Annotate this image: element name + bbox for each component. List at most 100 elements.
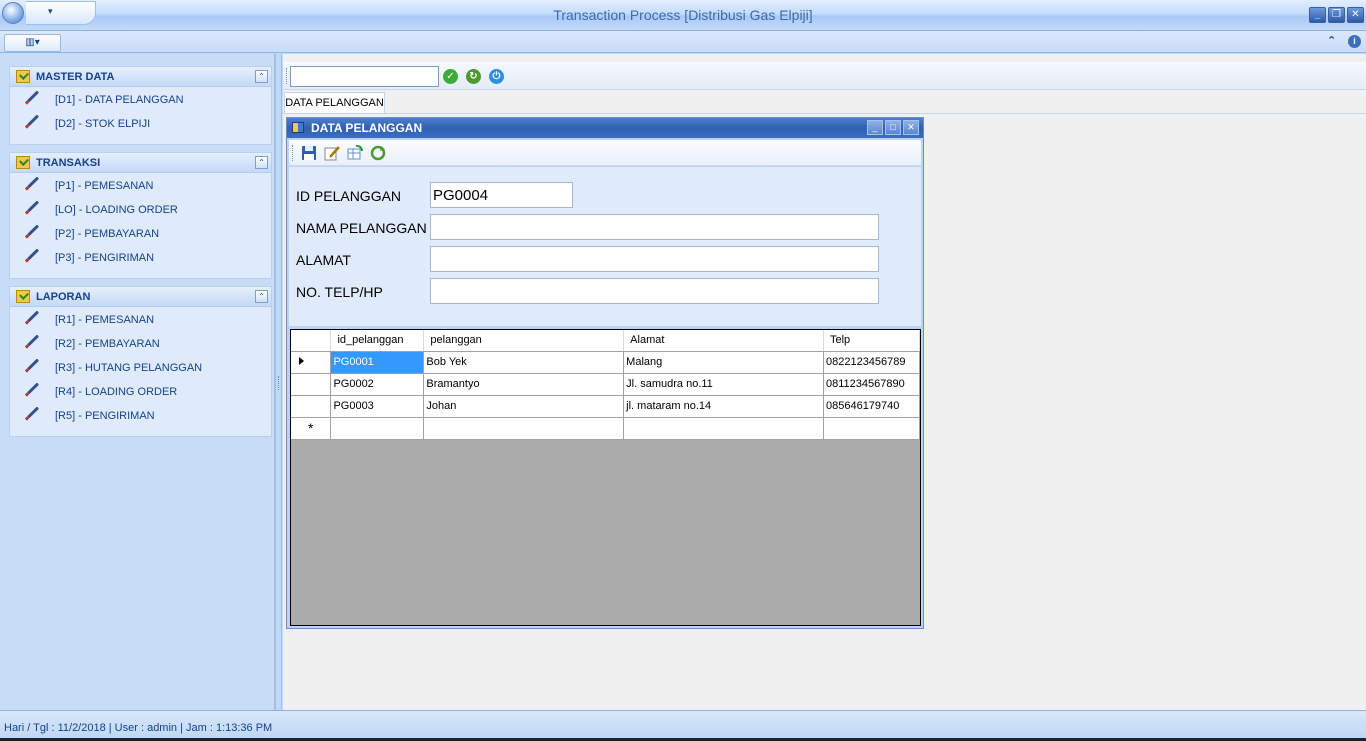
group-master-data: MASTER DATA ⌃ [D1] - DATA PELANGGAN [D2]… — [9, 66, 272, 145]
grid-cell[interactable]: Bramantyo — [423, 373, 625, 396]
sidebar-item-pengiriman[interactable]: [P3] - PENGIRIMAN — [10, 247, 271, 271]
chevron-up-icon[interactable]: ⌃ — [255, 156, 268, 169]
grid-cell[interactable] — [623, 417, 824, 440]
new-row[interactable]: * — [291, 417, 921, 440]
group-header[interactable]: LAPORAN ⌃ — [10, 287, 271, 307]
id-pelanggan-input[interactable] — [430, 182, 573, 208]
child-minimize-button[interactable]: _ — [867, 120, 883, 135]
customer-grid[interactable]: id_pelanggan pelanggan Alamat Telp PG000… — [290, 329, 921, 626]
child-window-title: DATA PELANGGAN — [311, 121, 423, 135]
column-header-alamat[interactable]: Alamat — [623, 330, 824, 352]
table-row[interactable]: PG0003 Johan jl. mataram no.14 085646179… — [291, 395, 921, 418]
status-text: Hari / Tgl : 11/2/2018 | User : admin | … — [4, 722, 273, 734]
grid-cell[interactable]: Malang — [623, 351, 824, 374]
view-menu-button[interactable]: ▥▾ — [4, 34, 61, 52]
alamat-label: ALAMAT — [296, 252, 351, 268]
grid-cell[interactable]: Bob Yek — [423, 351, 625, 374]
toolbar-grip-icon — [286, 68, 288, 84]
child-maximize-button[interactable]: □ — [885, 120, 901, 135]
group-header[interactable]: MASTER DATA ⌃ — [10, 67, 271, 87]
grid-cell[interactable]: PG0003 — [330, 395, 425, 418]
main-area: ✓ ↻ ⏻ DATA PELANGGAN DATA PELANGGAN _ □ … — [283, 54, 1366, 710]
minimize-button[interactable]: _ — [1309, 7, 1326, 23]
splitter-grip-icon — [278, 376, 280, 390]
grid-cell[interactable]: PG0002 — [330, 373, 425, 396]
column-header-pelanggan[interactable]: pelanggan — [423, 330, 625, 352]
sidebar-item-report-pembayaran[interactable]: [R2] - PEMBAYARAN — [10, 333, 271, 357]
folder-check-icon — [16, 156, 30, 169]
restore-button[interactable]: ❐ — [1328, 7, 1345, 23]
grid-cell[interactable]: 0811234567890 — [823, 373, 921, 396]
pencil-icon — [26, 200, 40, 213]
child-title-bar[interactable]: DATA PELANGGAN _ □ ✕ — [287, 118, 923, 138]
table-refresh-icon[interactable] — [347, 145, 363, 161]
pencil-icon — [26, 176, 40, 189]
grid-cell[interactable] — [423, 417, 625, 440]
sidebar-item-data-pelanggan[interactable]: [D1] - DATA PELANGGAN — [10, 89, 271, 113]
grid-cell[interactable]: Jl. samudra no.11 — [623, 373, 824, 396]
telp-input[interactable] — [430, 278, 879, 304]
child-close-button[interactable]: ✕ — [903, 120, 919, 135]
column-header-telp[interactable]: Telp — [823, 330, 921, 352]
reload-icon[interactable] — [370, 145, 386, 161]
nama-pelanggan-input[interactable] — [430, 214, 879, 240]
table-row[interactable]: PG0001 Bob Yek Malang 0822123456789 — [291, 351, 921, 374]
folder-check-icon — [16, 290, 30, 303]
sidebar-item-report-hutang[interactable]: [R3] - HUTANG PELANGGAN — [10, 357, 271, 381]
row-header[interactable] — [291, 373, 332, 396]
chevron-up-icon[interactable]: ⌃ — [255, 70, 268, 83]
pencil-icon — [26, 224, 40, 237]
save-icon[interactable] — [301, 145, 317, 161]
grid-cell[interactable]: 085646179740 — [823, 395, 921, 418]
sidebar-item-pemesanan[interactable]: [P1] - PEMESANAN — [10, 175, 271, 199]
telp-label: NO. TELP/HP — [296, 284, 383, 300]
chevron-up-icon[interactable]: ⌃ — [255, 290, 268, 303]
grid-cell[interactable]: 0822123456789 — [823, 351, 921, 374]
check-icon[interactable]: ✓ — [443, 69, 458, 84]
group-title: TRANSAKSI — [36, 157, 101, 169]
sidebar-item-stok-elpiji[interactable]: [D2] - STOK ELPIJI — [10, 113, 271, 137]
sidebar-item-report-loading-order[interactable]: [R4] - LOADING ORDER — [10, 381, 271, 405]
refresh-icon[interactable]: ↻ — [466, 69, 481, 84]
column-header-id-pelanggan[interactable]: id_pelanggan — [330, 330, 425, 352]
toolbar-input[interactable] — [290, 66, 439, 87]
alamat-input[interactable] — [430, 246, 879, 272]
pencil-icon — [26, 248, 40, 261]
info-icon[interactable]: i — [1348, 35, 1361, 48]
table-row[interactable]: PG0002 Bramantyo Jl. samudra no.11 08112… — [291, 373, 921, 396]
window-title: Transaction Process [Distribusi Gas Elpi… — [553, 7, 813, 23]
sidebar-item-label: [R4] - LOADING ORDER — [55, 386, 178, 398]
new-row-marker-icon[interactable]: * — [291, 417, 332, 440]
power-icon[interactable]: ⏻ — [489, 69, 504, 84]
row-header[interactable] — [291, 351, 332, 374]
close-button[interactable]: ✕ — [1347, 7, 1364, 23]
grid-table: id_pelanggan pelanggan Alamat Telp PG000… — [291, 330, 921, 440]
row-header-corner — [291, 330, 332, 352]
pencil-icon — [26, 358, 40, 371]
ribbon-collapse-icon[interactable]: ⌃ — [1327, 34, 1336, 47]
sidebar-item-loading-order[interactable]: [LO] - LOADING ORDER — [10, 199, 271, 223]
pencil-icon — [26, 114, 40, 127]
grid-cell[interactable] — [330, 417, 425, 440]
grid-cell[interactable]: Johan — [423, 395, 625, 418]
sidebar-item-pembayaran[interactable]: [P2] - PEMBAYARAN — [10, 223, 271, 247]
sidebar-item-label: [P2] - PEMBAYARAN — [55, 228, 160, 240]
id-pelanggan-label: ID PELANGGAN — [296, 188, 402, 204]
sidebar-splitter[interactable] — [275, 54, 282, 710]
grid-cell[interactable]: jl. mataram no.14 — [623, 395, 824, 418]
pencil-icon — [26, 90, 40, 103]
sidebar-item-label: [R3] - HUTANG PELANGGAN — [55, 362, 203, 374]
group-header[interactable]: TRANSAKSI ⌃ — [10, 153, 271, 173]
edit-icon[interactable] — [324, 145, 340, 161]
tab-data-pelanggan[interactable]: DATA PELANGGAN — [284, 92, 385, 113]
grid-cell[interactable]: PG0001 — [330, 351, 425, 374]
grid-cell[interactable] — [823, 417, 921, 440]
pencil-icon — [26, 382, 40, 395]
sidebar-item-label: [R1] - PEMESANAN — [55, 314, 155, 326]
sidebar-item-report-pemesanan[interactable]: [R1] - PEMESANAN — [10, 309, 271, 333]
row-header[interactable] — [291, 395, 332, 418]
group-transaksi: TRANSAKSI ⌃ [P1] - PEMESANAN [LO] - LOAD… — [9, 152, 272, 279]
sidebar-item-report-pengiriman[interactable]: [R5] - PENGIRIMAN — [10, 405, 271, 429]
mdi-workspace: DATA PELANGGAN _ □ ✕ ID PELANGGAN PG0004… — [283, 113, 1366, 710]
main-toolbar: ✓ ↻ ⏻ — [283, 62, 1366, 90]
